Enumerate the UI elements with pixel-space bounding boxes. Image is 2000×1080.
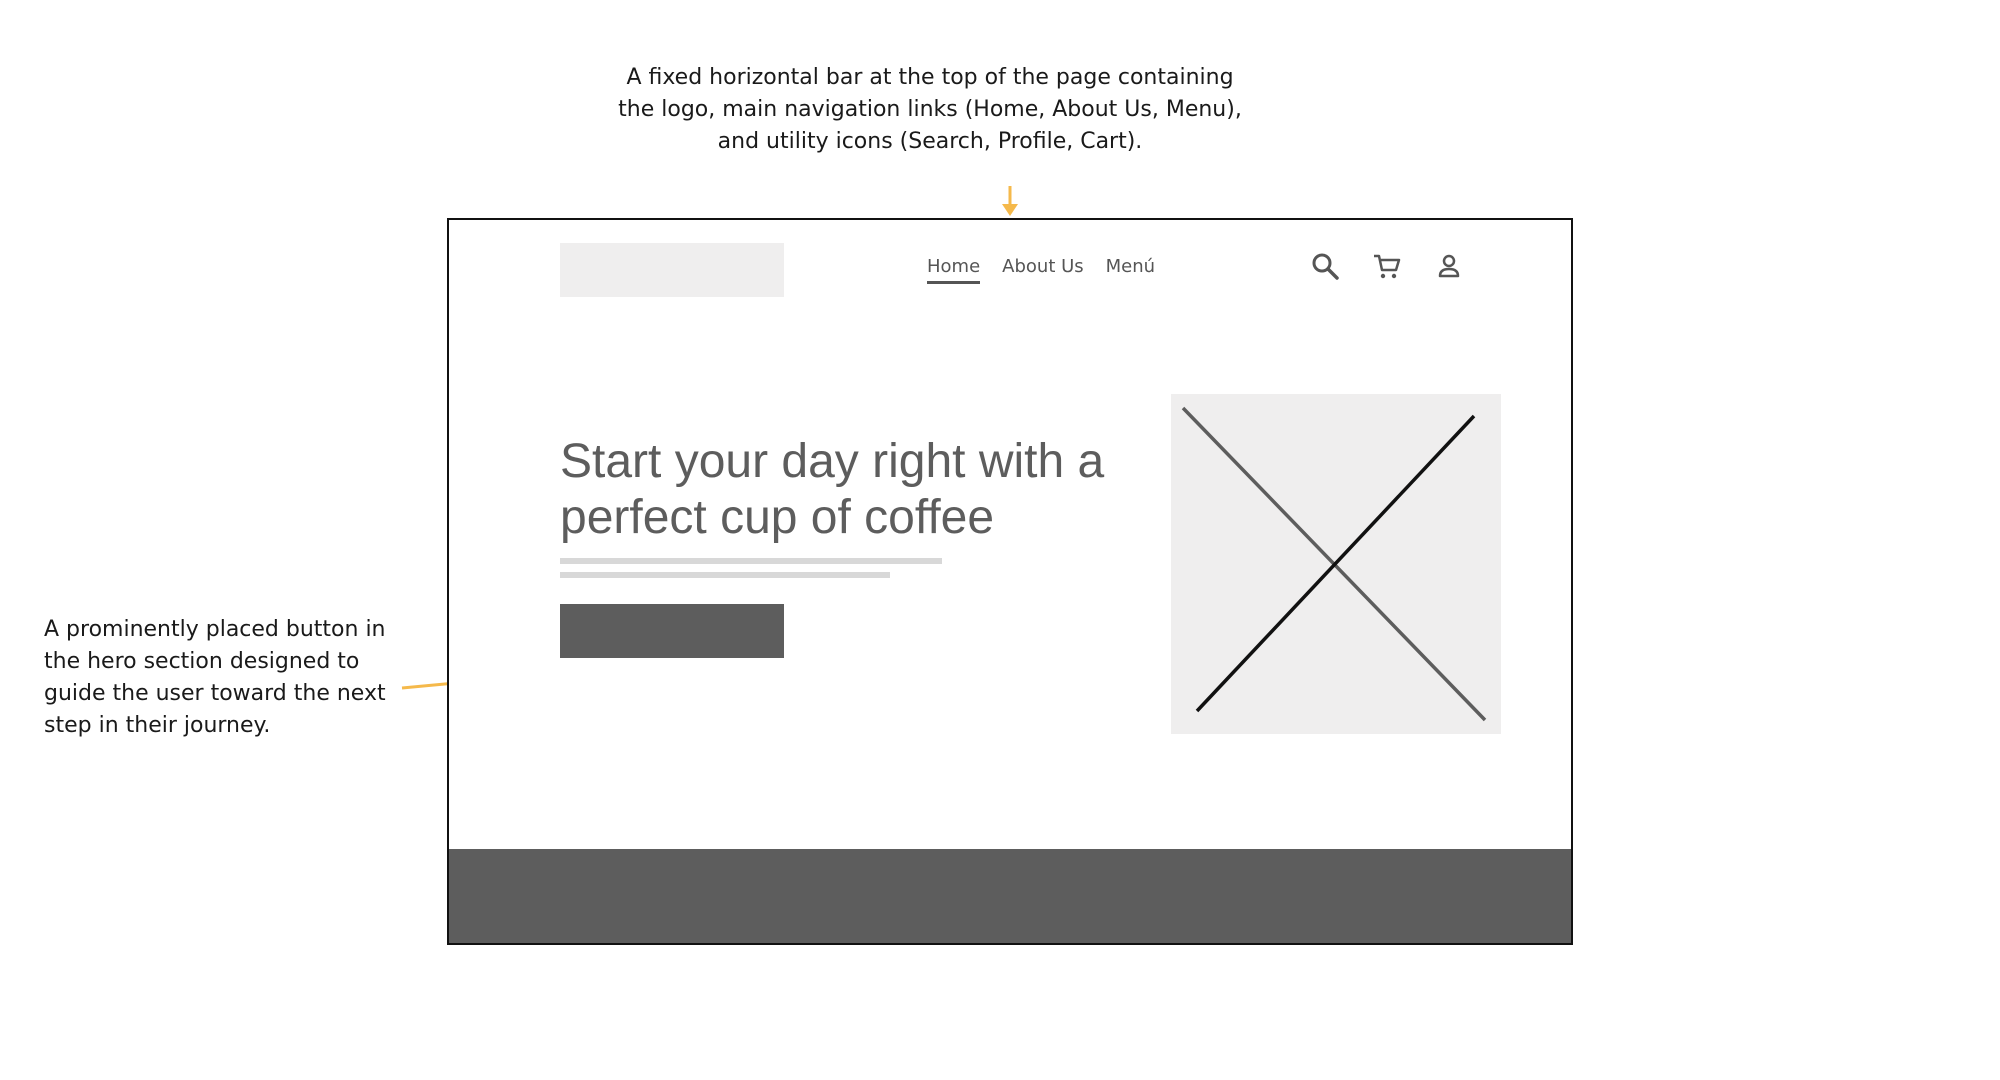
cta-annotation: A prominently placed button in the hero … — [44, 617, 386, 738]
search-icon[interactable] — [1309, 250, 1341, 282]
nav-link-home[interactable]: Home — [927, 256, 981, 284]
logo-placeholder — [560, 243, 784, 297]
cart-icon[interactable] — [1371, 250, 1403, 282]
diagram-canvas: A fixed horizontal bar at the top of the… — [0, 0, 2000, 1080]
hero-image-placeholder — [1171, 394, 1501, 734]
navbar-annotation: A fixed horizontal bar at the top of the… — [618, 65, 1242, 154]
nav-link-about-us[interactable]: About Us — [1002, 256, 1084, 284]
main-navigation: Home About Us Menú — [927, 256, 1155, 284]
cta-button[interactable] — [560, 604, 784, 658]
navbar-arrow — [1002, 186, 1018, 216]
subtext-placeholder-line — [560, 558, 942, 564]
subtext-placeholder-line — [560, 572, 890, 578]
profile-icon[interactable] — [1433, 250, 1465, 282]
utility-icons — [1309, 250, 1465, 282]
nav-link-menu[interactable]: Menú — [1106, 256, 1155, 284]
footer-bar — [449, 849, 1571, 943]
hero-headline: Start your day right with a perfect cup … — [560, 435, 1105, 544]
image-placeholder-cross — [1181, 406, 1487, 722]
website-wireframe: Home About Us Menú Start your day right … — [447, 218, 1573, 945]
